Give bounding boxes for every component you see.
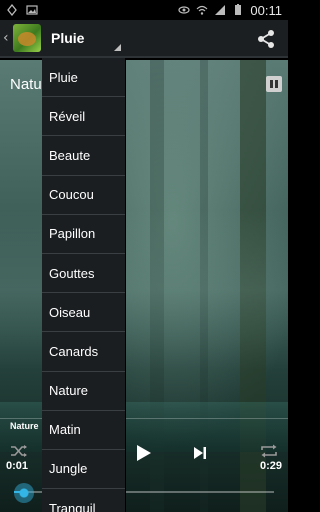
dropdown-item-jungle[interactable]: Jungle [42, 450, 125, 490]
signal-icon [215, 5, 226, 15]
status-bar: 00:11 [0, 0, 288, 20]
repeat-icon[interactable] [260, 443, 278, 459]
dropdown-item-matin[interactable]: Matin [42, 411, 125, 450]
dropdown-item-canards[interactable]: Canards [42, 332, 125, 372]
dropdown-item-pluie[interactable]: Pluie [42, 58, 125, 98]
current-time: 0:01 [6, 460, 29, 472]
next-track-icon[interactable] [193, 446, 207, 460]
share-icon[interactable] [256, 29, 276, 49]
total-time: 0:29 [259, 460, 282, 472]
pause-bar-icon [270, 80, 273, 88]
dropdown-item-papillon[interactable]: Papillon [42, 215, 125, 254]
pause-button[interactable] [266, 76, 282, 92]
dropdown-item-gouttes[interactable]: Gouttes [42, 254, 125, 294]
nature-app-icon[interactable] [13, 24, 41, 52]
image-icon [26, 5, 38, 15]
action-bar: ‹ Pluie [0, 20, 288, 58]
spinner-dropdown-indicator-icon[interactable] [114, 44, 121, 51]
play-icon[interactable] [136, 444, 152, 462]
pause-bar-icon [275, 80, 278, 88]
dropdown-item-beaute[interactable]: Beaute [42, 136, 125, 176]
dropdown-item-reveil[interactable]: Réveil [42, 97, 125, 137]
back-chevron-icon[interactable]: ‹ [3, 30, 11, 46]
dropdown-item-coucou[interactable]: Coucou [42, 176, 125, 215]
eye-icon [178, 6, 191, 14]
dropdown-item-tranquil[interactable]: Tranquil [42, 489, 125, 512]
dropdown-item-nature[interactable]: Nature [42, 372, 125, 411]
wifi-icon [196, 5, 208, 15]
seek-thumb[interactable] [14, 483, 34, 503]
dropdown-item-oiseau[interactable]: Oiseau [42, 293, 125, 333]
battery-icon [235, 4, 242, 15]
sound-dropdown-list: Pluie Réveil Beaute Coucou Papillon Gout… [42, 58, 126, 512]
shuffle-icon[interactable] [10, 443, 28, 459]
now-playing-label: Nature [10, 421, 39, 431]
usb-debug-icon [7, 4, 17, 16]
spinner-selected-title[interactable]: Pluie [51, 30, 84, 46]
clock: 00:11 [250, 2, 282, 18]
